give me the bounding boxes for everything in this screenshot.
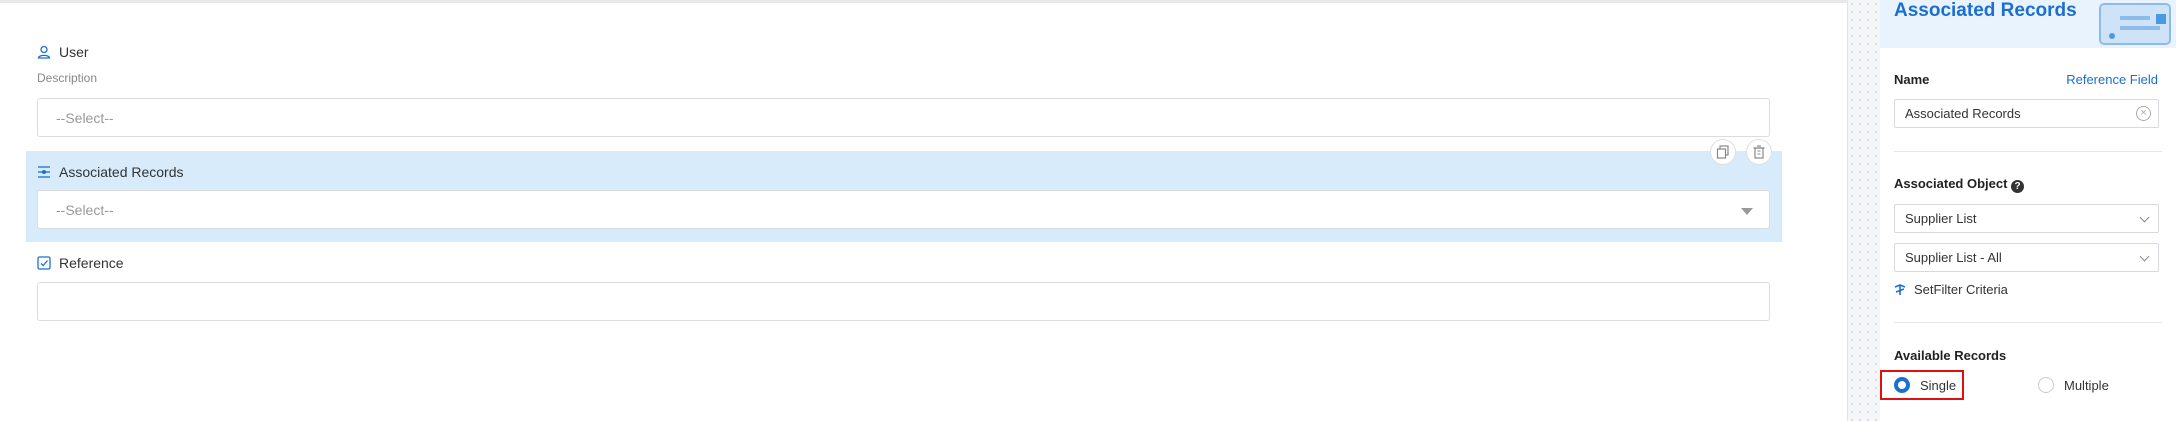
- associated-records-label: Associated Records: [59, 164, 184, 180]
- filter-tool-icon: [1894, 283, 1906, 295]
- set-filter-criteria-text: SetFilter Criteria: [1914, 282, 2008, 297]
- user-icon: [37, 45, 51, 59]
- name-input-value: Associated Records: [1905, 106, 2021, 121]
- associated-object-label: Associated Object ?: [1894, 176, 2025, 193]
- chevron-down-icon: [2139, 251, 2150, 262]
- copy-icon: [1716, 145, 1729, 159]
- radio-multiple-label: Multiple: [2064, 377, 2109, 393]
- associated-object-select[interactable]: Supplier List: [1894, 204, 2159, 233]
- chevron-down-icon: [2139, 212, 2150, 223]
- list-link-icon: [38, 166, 50, 178]
- reference-input[interactable]: [37, 282, 1770, 321]
- available-records-label: Available Records: [1894, 348, 2007, 363]
- selection-highlight-box: [1880, 370, 1964, 400]
- name-label: Name: [1894, 72, 1930, 87]
- form-canvas: User Description --Select-- Associated R…: [0, 0, 1848, 421]
- reference-field-label[interactable]: Reference: [37, 255, 124, 271]
- panel-header: Associated Records: [1880, 0, 2176, 48]
- delete-field-button[interactable]: [1746, 139, 1772, 165]
- divider: [1894, 151, 2162, 152]
- radio-multiple[interactable]: Multiple: [2038, 377, 2109, 393]
- trash-icon: [1753, 145, 1765, 159]
- header-illustration-icon: [2099, 3, 2171, 45]
- reference-label: Reference: [59, 255, 124, 271]
- divider: [1894, 322, 2162, 323]
- associated-records-block[interactable]: Associated Records --Select--: [26, 151, 1782, 242]
- set-filter-criteria-link[interactable]: SetFilter Criteria: [1894, 282, 2008, 297]
- user-description: Description: [37, 71, 98, 85]
- associated-records-placeholder: --Select--: [56, 201, 114, 218]
- associated-object-label-text: Associated Object: [1894, 176, 2008, 191]
- view-select[interactable]: Supplier List - All: [1894, 243, 2159, 272]
- dropdown-arrow-icon: [1741, 208, 1753, 215]
- user-label: User: [59, 44, 89, 60]
- associated-records-select[interactable]: --Select--: [37, 190, 1770, 229]
- help-icon[interactable]: ?: [2011, 180, 2025, 193]
- clear-icon[interactable]: ×: [2136, 106, 2151, 121]
- radio-multiple-icon[interactable]: [2038, 377, 2054, 393]
- reference-field-link[interactable]: Reference Field: [2066, 72, 2158, 87]
- reference-checkbox-icon: [37, 256, 51, 270]
- user-select-placeholder: --Select--: [56, 109, 114, 126]
- associated-records-field-label: Associated Records: [37, 164, 184, 180]
- user-field-label[interactable]: User: [37, 44, 89, 60]
- view-select-value: Supplier List - All: [1905, 250, 2002, 265]
- copy-field-button[interactable]: [1710, 139, 1736, 165]
- associated-object-value: Supplier List: [1905, 211, 1977, 226]
- panel-splitter: [1848, 0, 1880, 421]
- name-input[interactable]: Associated Records ×: [1894, 99, 2159, 128]
- user-select[interactable]: --Select--: [37, 98, 1770, 137]
- panel-title: Associated Records: [1894, 0, 2077, 21]
- properties-panel: Associated Records Name Reference Field …: [1880, 0, 2176, 421]
